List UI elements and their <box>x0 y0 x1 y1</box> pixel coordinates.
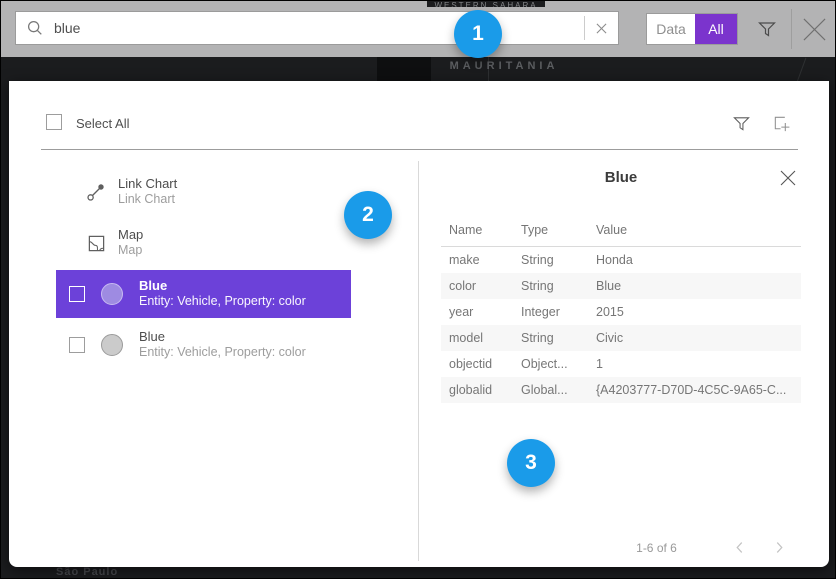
map-label-sao-paulo: São Paulo <box>56 566 118 576</box>
detail-panel: Blue Name Type Value make String Honda c… <box>441 161 801 501</box>
link-chart-icon <box>86 182 106 202</box>
funnel-icon <box>732 114 751 133</box>
attribute-table-header: Name Type Value <box>441 221 801 247</box>
attr-name-cell: objectid <box>441 351 513 377</box>
clear-search-button[interactable] <box>585 12 618 44</box>
attr-value-cell: 2015 <box>588 299 801 325</box>
search-results-panel: Select All Link Chart Link Chart Map Map <box>9 81 829 567</box>
close-icon <box>780 170 796 186</box>
map-label-mauritania: MAURITANIA <box>429 60 579 72</box>
search-box <box>15 11 619 45</box>
map-border-line <box>797 58 807 83</box>
result-item[interactable]: Blue Entity: Vehicle, Property: color <box>56 321 351 369</box>
item-text: Blue Entity: Vehicle, Property: color <box>139 278 306 309</box>
result-item[interactable]: Link Chart Link Chart <box>56 168 351 216</box>
item-text: Map Map <box>118 227 143 258</box>
attr-type-cell: String <box>513 325 588 351</box>
next-page-button[interactable] <box>769 537 789 557</box>
annotation-callout-3: 3 <box>507 439 555 487</box>
pane-divider <box>418 161 419 561</box>
funnel-icon <box>757 19 777 39</box>
result-item[interactable]: Map Map <box>56 219 351 267</box>
result-list: Link Chart Link Chart Map Map Blue Entit… <box>56 168 351 372</box>
item-title: Blue <box>139 278 306 294</box>
panel-header-divider <box>41 149 798 150</box>
item-title: Map <box>118 227 143 243</box>
pagination-range-label: 1-6 of 6 <box>599 541 714 555</box>
attr-type-cell: String <box>513 273 588 299</box>
attribute-table: Name Type Value make String Honda color … <box>441 221 801 403</box>
detail-title: Blue <box>441 169 801 186</box>
attr-name-cell: color <box>441 273 513 299</box>
map-label-western-sahara: WESTERN SAHARA <box>427 1 545 7</box>
attribute-table-body: make String Honda color String Blue year… <box>441 247 801 403</box>
attr-name-cell: make <box>441 247 513 273</box>
attr-name-cell: model <box>441 325 513 351</box>
scope-option-data[interactable]: Data <box>647 14 695 44</box>
attr-type-cell: String <box>513 247 588 273</box>
column-header-value: Value <box>588 221 801 247</box>
map-dark-region <box>377 57 431 83</box>
app-screen: MAURITANIA São Paulo Data All WESTERN SA… <box>0 0 836 579</box>
add-selection-icon <box>772 114 791 133</box>
annotation-callout-2: 2 <box>344 191 392 239</box>
attr-value-cell: {A4203777-D70D-4C5C-9A65-C... <box>588 377 801 403</box>
annotation-callout-1: 1 <box>454 10 502 58</box>
column-header-type: Type <box>513 221 588 247</box>
entity-circle-icon <box>101 334 123 356</box>
item-text: Link Chart Link Chart <box>118 176 177 207</box>
attribute-row: model String Civic <box>441 325 801 351</box>
add-to-selection-button[interactable] <box>768 111 794 135</box>
attribute-row: make String Honda <box>441 247 801 273</box>
attribute-row: color String Blue <box>441 273 801 299</box>
chevron-left-icon <box>735 541 744 554</box>
scope-option-all[interactable]: All <box>695 14 737 44</box>
select-all-label: Select All <box>76 116 129 131</box>
toolbar-filter-button[interactable] <box>752 15 782 43</box>
attr-value-cell: 1 <box>588 351 801 377</box>
item-subtitle: Entity: Vehicle, Property: color <box>139 345 306 360</box>
result-item[interactable]: Blue Entity: Vehicle, Property: color <box>56 270 351 318</box>
panel-filter-button[interactable] <box>728 111 754 135</box>
attr-value-cell: Blue <box>588 273 801 299</box>
map-icon <box>86 233 106 253</box>
search-scope-toggle: Data All <box>646 13 738 45</box>
search-toolbar: Data All <box>1 1 836 57</box>
toolbar-divider <box>791 9 792 49</box>
attribute-row: globalid Global... {A4203777-D70D-4C5C-9… <box>441 377 801 403</box>
item-subtitle: Map <box>118 243 143 258</box>
attr-type-cell: Integer <box>513 299 588 325</box>
search-icon <box>16 19 54 37</box>
detail-close-button[interactable] <box>777 167 799 189</box>
attr-type-cell: Global... <box>513 377 588 403</box>
toolbar-close-button[interactable] <box>799 14 830 44</box>
item-title: Link Chart <box>118 176 177 192</box>
item-text: Blue Entity: Vehicle, Property: color <box>139 329 306 360</box>
attr-name-cell: year <box>441 299 513 325</box>
item-checkbox[interactable] <box>69 337 85 353</box>
attr-name-cell: globalid <box>441 377 513 403</box>
attr-type-cell: Object... <box>513 351 588 377</box>
attribute-row: year Integer 2015 <box>441 299 801 325</box>
attr-value-cell: Honda <box>588 247 801 273</box>
item-checkbox[interactable] <box>69 286 85 302</box>
item-title: Blue <box>139 329 306 345</box>
item-subtitle: Entity: Vehicle, Property: color <box>139 294 306 309</box>
column-header-name: Name <box>441 221 513 247</box>
item-subtitle: Link Chart <box>118 192 177 207</box>
attribute-row: objectid Object... 1 <box>441 351 801 377</box>
chevron-right-icon <box>775 541 784 554</box>
select-all-checkbox[interactable] <box>46 114 62 130</box>
attr-value-cell: Civic <box>588 325 801 351</box>
entity-circle-icon <box>101 283 123 305</box>
search-input[interactable] <box>54 20 584 36</box>
close-icon <box>802 17 827 42</box>
prev-page-button[interactable] <box>729 537 749 557</box>
